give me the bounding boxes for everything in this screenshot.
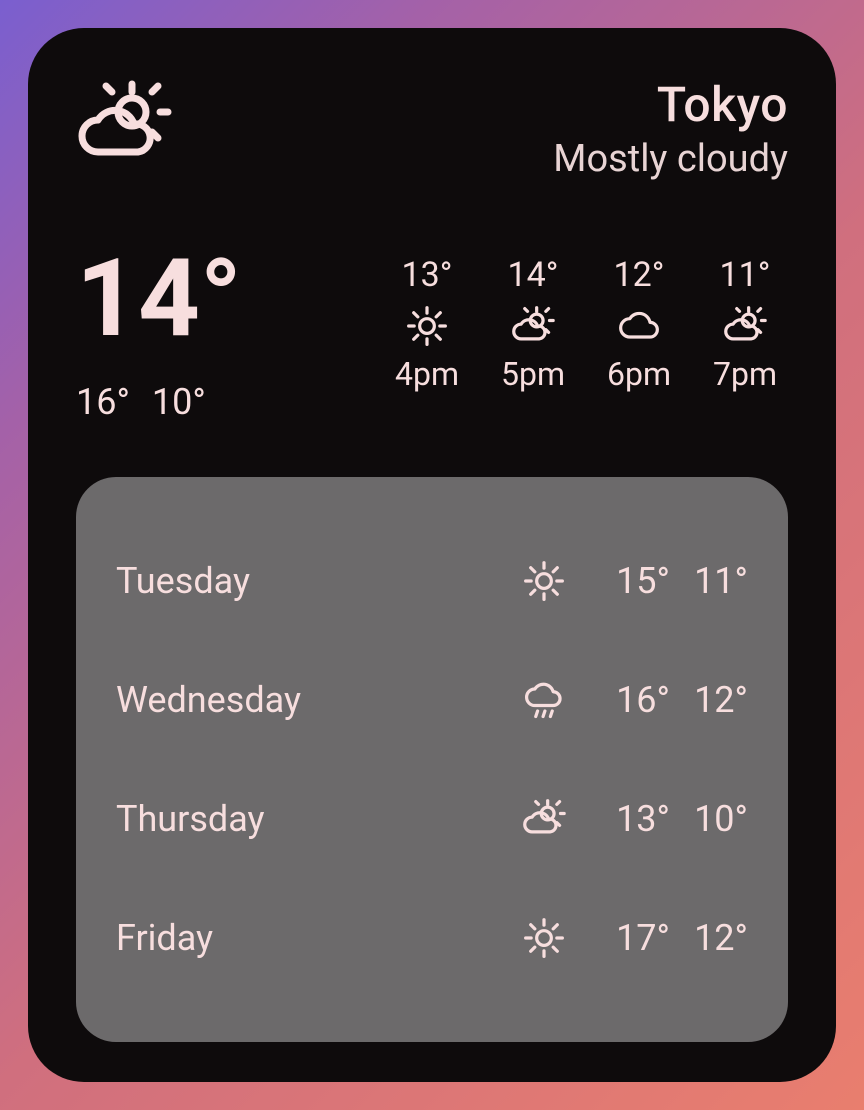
hour-temp: 11°: [720, 255, 771, 295]
day-low: 10°: [670, 798, 748, 840]
hour-column: 12° 6pm: [596, 255, 682, 393]
partly-cloudy-icon: [511, 303, 555, 349]
partly-cloudy-icon: [514, 797, 574, 841]
daily-forecast-panel: Tuesday 15° 11° Wednesday 16° 12° Thursd…: [76, 477, 788, 1042]
widget-header: Tokyo Mostly cloudy: [76, 76, 788, 181]
day-name: Tuesday: [116, 560, 514, 602]
rain-icon: [514, 678, 574, 722]
daily-row: Thursday 13° 10°: [116, 797, 748, 841]
day-low: 12°: [670, 679, 748, 721]
current-and-hourly: 14° 16° 10° 13° 4pm 14° 5pm 12° 6pm: [76, 245, 788, 423]
city-name: Tokyo: [553, 76, 788, 133]
daily-row: Wednesday 16° 12°: [116, 678, 748, 722]
day-name: Wednesday: [116, 679, 514, 721]
day-name: Friday: [116, 917, 514, 959]
current-block: 14° 16° 10°: [76, 245, 242, 423]
day-high: 13°: [592, 798, 670, 840]
hour-label: 6pm: [607, 355, 671, 393]
high-low: 16° 10°: [76, 381, 242, 423]
hour-column: 14° 5pm: [490, 255, 576, 393]
hour-label: 7pm: [713, 355, 777, 393]
hour-column: 13° 4pm: [384, 255, 470, 393]
daily-row: Tuesday 15° 11°: [116, 559, 748, 603]
location-block: Tokyo Mostly cloudy: [553, 76, 788, 181]
hour-temp: 13°: [402, 255, 453, 295]
day-high: 17°: [592, 917, 670, 959]
cloudy-icon: [617, 303, 661, 349]
hourly-forecast: 13° 4pm 14° 5pm 12° 6pm 11° 7pm: [384, 255, 788, 393]
current-temperature: 14°: [76, 245, 242, 353]
sunny-icon: [514, 559, 574, 603]
sunny-icon: [405, 303, 449, 349]
hour-label: 4pm: [395, 355, 459, 393]
partly-cloudy-icon: [76, 76, 172, 172]
weather-condition: Mostly cloudy: [553, 137, 788, 181]
day-name: Thursday: [116, 798, 514, 840]
day-high: 15°: [592, 560, 670, 602]
today-high: 16°: [76, 381, 130, 423]
today-low: 10°: [152, 381, 206, 423]
partly-cloudy-icon: [723, 303, 767, 349]
weather-widget[interactable]: Tokyo Mostly cloudy 14° 16° 10° 13° 4pm …: [28, 28, 836, 1082]
sunny-icon: [514, 916, 574, 960]
hour-temp: 14°: [508, 255, 559, 295]
daily-row: Friday 17° 12°: [116, 916, 748, 960]
day-low: 12°: [670, 917, 748, 959]
hour-column: 11° 7pm: [702, 255, 788, 393]
hour-label: 5pm: [501, 355, 565, 393]
day-low: 11°: [670, 560, 748, 602]
day-high: 16°: [592, 679, 670, 721]
hour-temp: 12°: [614, 255, 665, 295]
